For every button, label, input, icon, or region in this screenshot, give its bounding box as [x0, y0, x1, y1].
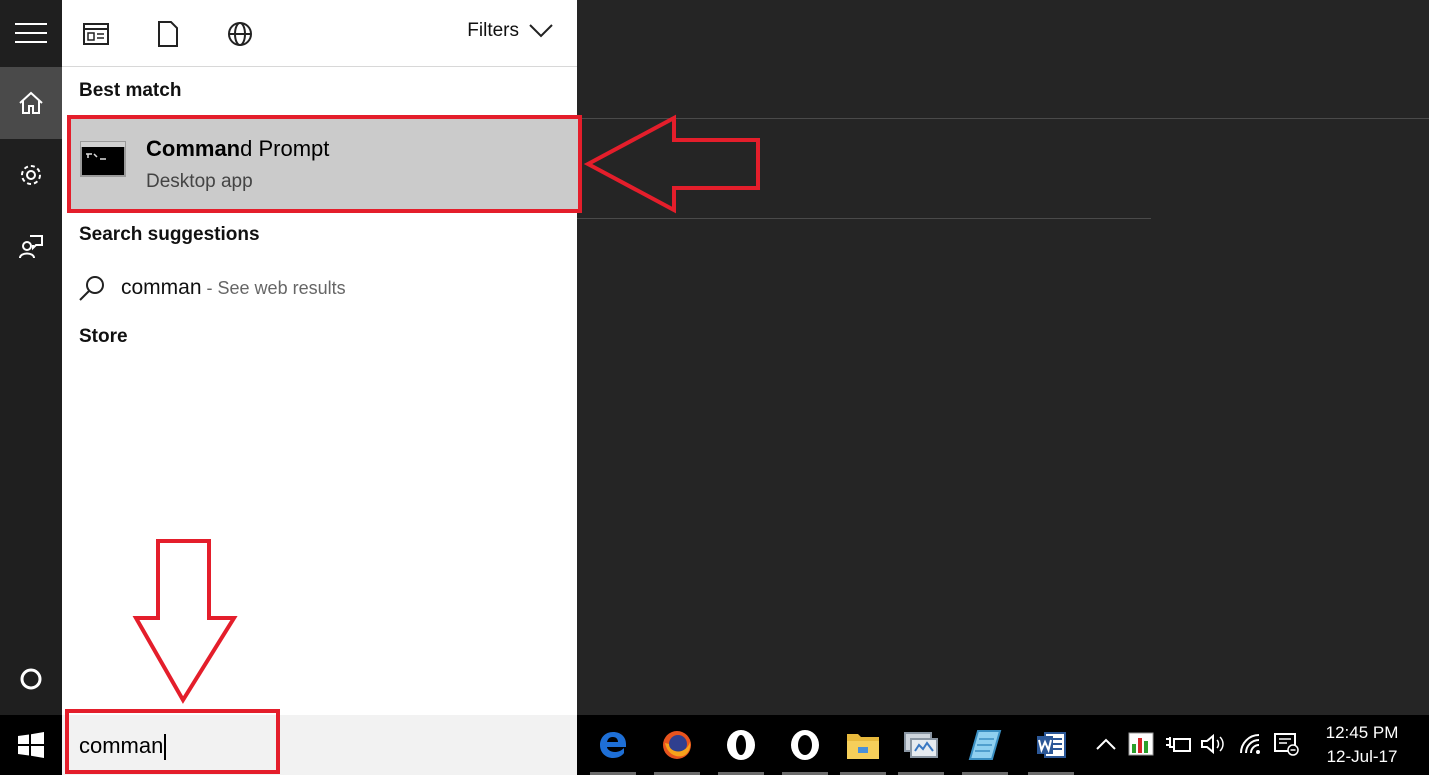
notepad-icon — [968, 730, 1002, 760]
file-explorer-icon — [847, 734, 879, 759]
tray-performance-meter[interactable] — [1127, 729, 1155, 759]
web-filter-button[interactable] — [222, 16, 258, 52]
system-clock[interactable]: 12:45 PM 12-Jul-17 — [1308, 721, 1416, 769]
suggestion-text: comman - See web results — [121, 276, 346, 299]
volume-icon — [1201, 733, 1224, 755]
home-button[interactable] — [0, 67, 62, 139]
clock-date: 12-Jul-17 — [1326, 747, 1398, 766]
taskbar-word[interactable] — [1026, 723, 1076, 775]
taskbar-opera[interactable] — [716, 723, 766, 775]
cortana-button[interactable] — [0, 643, 62, 715]
taskbar-remote-desktop[interactable] — [896, 723, 946, 775]
remote-desktop-icon — [904, 732, 938, 758]
search-icon — [79, 276, 104, 301]
action-center-icon — [1274, 733, 1299, 756]
chevron-down-icon — [529, 24, 553, 38]
taskbar-opera-2[interactable] — [780, 723, 830, 775]
preview-divider — [577, 218, 1151, 219]
start-left-rail — [0, 0, 62, 715]
start-button[interactable] — [0, 715, 62, 775]
web-filter-icon — [228, 22, 252, 46]
apps-filter-button[interactable] — [78, 16, 114, 52]
opera-icon — [791, 730, 819, 760]
suggestion-web-results[interactable]: comman - See web results — [62, 266, 577, 310]
wifi-icon — [1240, 734, 1260, 754]
annotation-arrow-left — [584, 114, 760, 214]
feedback-icon — [19, 235, 43, 259]
filters-dropdown[interactable]: Filters — [467, 20, 553, 42]
feedback-button[interactable] — [0, 211, 62, 283]
tray-power[interactable] — [1164, 729, 1192, 759]
annotation-arrow-down — [132, 539, 238, 704]
annotation-highlight-box — [65, 709, 280, 774]
cortana-circle-icon — [20, 668, 42, 690]
settings-button[interactable] — [0, 139, 62, 211]
tray-wifi[interactable] — [1237, 729, 1265, 759]
taskbar-edge[interactable] — [588, 723, 638, 775]
section-store: Store — [79, 326, 128, 347]
menu-button[interactable] — [0, 0, 62, 66]
windows-logo-icon — [18, 732, 44, 758]
hamburger-icon — [15, 23, 47, 43]
edge-icon — [600, 732, 626, 758]
show-hidden-icons-button[interactable] — [1092, 729, 1120, 759]
opera-icon — [727, 730, 755, 760]
filters-label: Filters — [467, 20, 519, 41]
taskbar-firefox[interactable] — [652, 723, 702, 775]
word-icon — [1037, 732, 1066, 758]
documents-filter-button[interactable] — [150, 16, 186, 52]
section-search-suggestions: Search suggestions — [79, 224, 260, 245]
home-icon — [19, 91, 43, 114]
firefox-icon — [663, 731, 691, 759]
taskbar-file-explorer[interactable] — [838, 723, 888, 775]
chevron-up-icon — [1096, 738, 1116, 750]
clock-time: 12:45 PM — [1325, 723, 1399, 742]
documents-filter-icon — [158, 21, 178, 47]
tray-volume[interactable] — [1199, 729, 1227, 759]
performance-meter-icon — [1128, 732, 1154, 756]
tray-action-center[interactable] — [1272, 729, 1300, 759]
power-plug-icon — [1166, 737, 1191, 752]
gear-icon — [21, 165, 41, 185]
section-best-match: Best match — [79, 80, 182, 101]
taskbar-notepad[interactable] — [960, 723, 1010, 775]
apps-filter-icon — [83, 23, 109, 45]
annotation-highlight-box — [67, 115, 582, 213]
filter-bar: Filters — [62, 0, 577, 67]
